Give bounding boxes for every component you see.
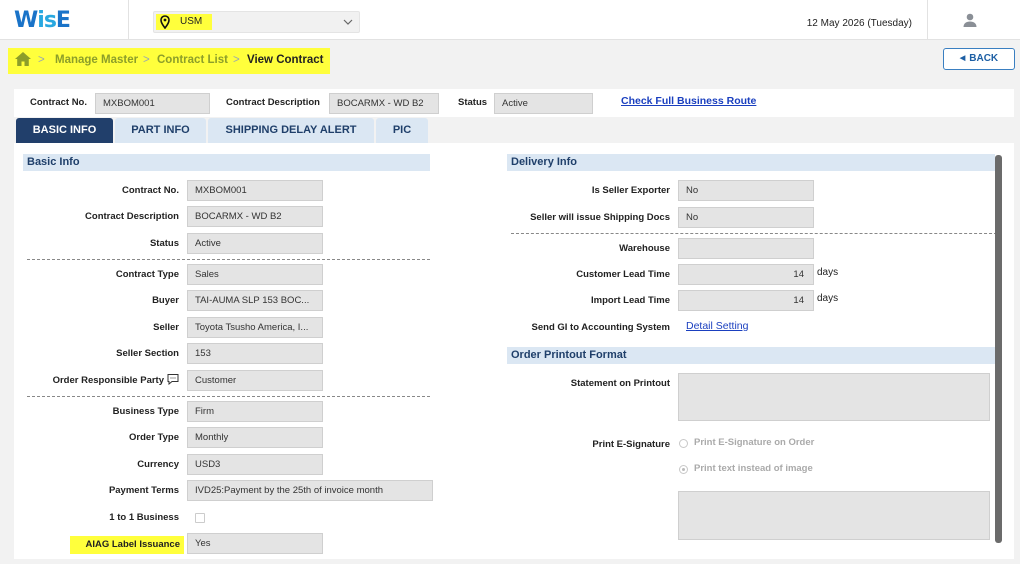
business-type-value: Firm — [187, 401, 323, 422]
field-label: Order Type — [129, 432, 179, 443]
basic-info-heading: Basic Info — [23, 154, 430, 171]
tab-pic[interactable]: PIC — [376, 118, 428, 143]
breadcrumb: > Manage Master > Contract List > View C… — [8, 48, 330, 74]
contract-no-field: MXBOM001 — [95, 93, 210, 114]
breadcrumb-contract-list[interactable]: Contract List — [157, 54, 228, 66]
back-arrow-icon: ◀ — [959, 55, 966, 62]
seller-section-value: 153 — [187, 343, 323, 364]
field-label: Business Type — [112, 406, 179, 417]
is-seller-exporter-value: No — [678, 180, 814, 201]
site-selector[interactable]: USM — [153, 11, 360, 33]
field-label: Payment Terms — [108, 485, 179, 496]
comment-icon[interactable] — [167, 373, 179, 385]
contract-no-label: Contract No. — [30, 97, 87, 108]
order-printout-heading: Order Printout Format — [507, 347, 997, 364]
contract-type-value: Sales — [187, 264, 323, 285]
contract-description-value: BOCARMX - WD B2 — [187, 206, 323, 227]
days-unit: days — [817, 267, 839, 278]
back-button-label: BACK — [969, 53, 999, 64]
one-to-one-business-checkbox[interactable] — [195, 513, 205, 523]
text-instead-option-label: Print text instead of image — [694, 463, 813, 474]
seller-issue-shipping-docs-value: No — [678, 207, 814, 228]
order-responsible-party-value: Customer — [187, 370, 323, 391]
tab-part-info[interactable]: PART INFO — [115, 118, 206, 143]
seller-value: Toyota Tsusho America, I... — [187, 317, 323, 338]
field-label: Status — [149, 238, 179, 249]
e-signature-option-label: Print E-Signature on Order — [694, 437, 815, 448]
home-icon[interactable] — [14, 51, 32, 67]
breadcrumb-separator: > — [233, 54, 240, 66]
breadcrumb-manage-master[interactable]: Manage Master — [55, 54, 138, 66]
field-label: Buyer — [152, 295, 179, 306]
section-divider — [27, 259, 430, 260]
basic-info-panel: Basic Info Contract No. MXBOM001 Contrac… — [14, 143, 1014, 559]
statement-textarea[interactable] — [678, 373, 990, 421]
e-signature-radio[interactable] — [679, 439, 688, 448]
scrollbar-thumb[interactable] — [995, 155, 1002, 543]
aiag-label-issuance-label: AIAG Label Issuance — [70, 536, 184, 554]
order-type-value: Monthly — [187, 427, 323, 448]
field-label: Customer Lead Time — [576, 269, 670, 280]
customer-lead-time-value: 14 — [678, 264, 814, 285]
section-divider — [27, 396, 430, 397]
contract-no-value: MXBOM001 — [187, 180, 323, 201]
back-button[interactable]: ◀ BACK — [943, 48, 1015, 70]
location-pin-icon — [160, 15, 170, 29]
status-value: Active — [187, 233, 323, 254]
field-label: Order Responsible Party — [52, 375, 164, 386]
field-label: Warehouse — [619, 243, 670, 254]
text-instead-radio[interactable] — [679, 465, 688, 474]
payment-terms-value: IVD25:Payment by the 25th of invoice mon… — [187, 480, 433, 501]
tab-shipping-delay-alert[interactable]: SHIPPING DELAY ALERT — [208, 118, 374, 143]
breadcrumb-view-contract: View Contract — [247, 54, 324, 66]
status-field: Active — [494, 93, 593, 114]
field-label: Seller will issue Shipping Docs — [530, 212, 670, 223]
field-label: Seller — [153, 322, 179, 333]
days-unit: days — [817, 293, 839, 304]
breadcrumb-separator: > — [143, 54, 150, 66]
section-divider — [511, 233, 997, 234]
status-label: Status — [458, 97, 488, 108]
contract-description-field: BOCARMX - WD B2 — [329, 93, 439, 114]
top-header: WisE USM 12 May 2026 (Tuesday) — [0, 0, 1020, 40]
field-label: Currency — [137, 459, 179, 470]
header-divider — [927, 0, 928, 40]
delivery-info-heading: Delivery Info — [507, 154, 997, 171]
signature-text-textarea[interactable] — [678, 491, 990, 540]
detail-setting-link[interactable]: Detail Setting — [686, 320, 748, 332]
field-label: Seller Section — [116, 348, 179, 359]
check-business-route-link[interactable]: Check Full Business Route — [621, 95, 756, 107]
contract-header-row: Contract No. MXBOM001 Contract Descripti… — [14, 89, 1014, 117]
tab-basic-info[interactable]: BASIC INFO — [16, 118, 113, 143]
wise-logo[interactable]: WisE — [14, 8, 71, 33]
currency-value: USD3 — [187, 454, 323, 475]
field-label: 1 to 1 Business — [109, 512, 179, 523]
current-date: 12 May 2026 (Tuesday) — [806, 18, 912, 29]
header-divider — [128, 0, 129, 40]
field-label: Contract Description — [85, 211, 179, 222]
warehouse-value — [678, 238, 814, 259]
print-e-signature-label: Print E-Signature — [592, 439, 670, 450]
field-label: Import Lead Time — [590, 295, 670, 306]
chevron-down-icon — [343, 19, 353, 25]
import-lead-time-value: 14 — [678, 290, 814, 311]
buyer-value: TAI-AUMA SLP 153 BOC... — [187, 290, 323, 311]
field-label: Contract Type — [115, 269, 179, 280]
field-label: Is Seller Exporter — [591, 185, 670, 196]
field-label: Contract No. — [122, 185, 179, 196]
aiag-label-issuance-value: Yes — [187, 533, 323, 554]
breadcrumb-separator: > — [38, 54, 45, 66]
contract-description-label: Contract Description — [226, 97, 320, 108]
user-icon[interactable] — [962, 12, 978, 28]
field-label: Send GI to Accounting System — [531, 322, 670, 333]
statement-label: Statement on Printout — [570, 378, 670, 389]
